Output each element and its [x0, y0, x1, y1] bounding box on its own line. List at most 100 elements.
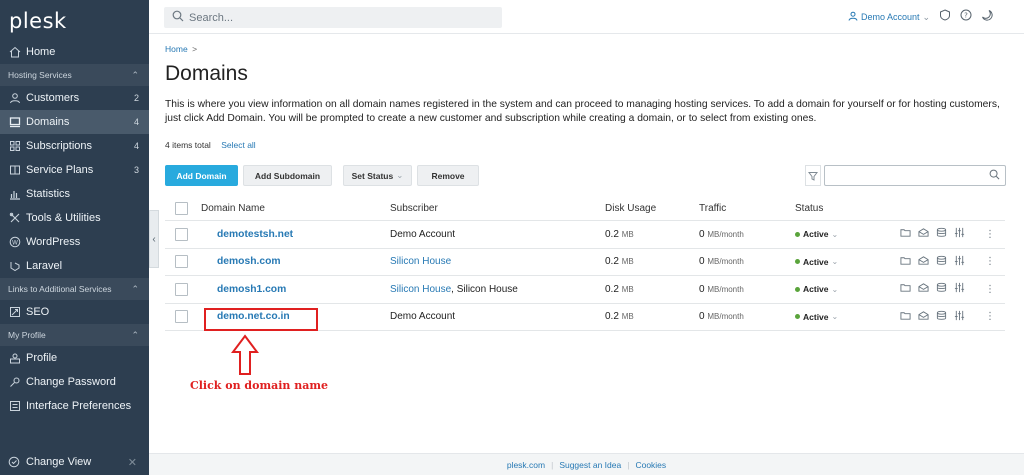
- chevron-left-icon: ‹: [152, 233, 156, 245]
- sidebar-item-customers[interactable]: Customers 2: [0, 86, 149, 110]
- search-icon: [172, 10, 184, 25]
- folder-icon[interactable]: [900, 310, 911, 324]
- table-header: Domain Name Subscriber Disk Usage Traffi…: [165, 197, 1005, 221]
- sidebar-collapse-handle[interactable]: ‹: [149, 210, 159, 268]
- mail-icon[interactable]: [918, 282, 929, 296]
- list-toolbar: Add Domain Add Subdomain Set Status ⌄ Re…: [165, 165, 1010, 186]
- domain-link[interactable]: demosh.com: [217, 256, 281, 267]
- domain-link[interactable]: demotestsh.net: [217, 229, 293, 240]
- close-icon[interactable]: ✕: [128, 456, 137, 469]
- remove-button[interactable]: Remove: [417, 165, 479, 186]
- footer-link-cookies[interactable]: Cookies: [635, 460, 666, 470]
- plesk-logo[interactable]: plesk: [0, 0, 149, 40]
- database-icon[interactable]: [936, 227, 947, 241]
- section-additional-services[interactable]: Links to Additional Services ⌃: [0, 278, 149, 300]
- row-checkbox[interactable]: [175, 310, 188, 324]
- list-search-field[interactable]: [824, 165, 1006, 186]
- section-hosting-services[interactable]: Hosting Services ⌃: [0, 64, 149, 86]
- row-checkbox[interactable]: [175, 282, 188, 296]
- sidebar-item-domains[interactable]: Domains 4: [0, 110, 149, 134]
- sidebar-item-profile[interactable]: Profile: [0, 346, 149, 370]
- page-title: Domains: [165, 62, 248, 85]
- database-icon[interactable]: [936, 310, 947, 324]
- sidebar-item-tools-utilities[interactable]: Tools & Utilities: [0, 206, 149, 230]
- chevron-down-icon: ⌄: [922, 11, 931, 22]
- section-my-profile[interactable]: My Profile ⌃: [0, 324, 149, 346]
- search-input[interactable]: [189, 11, 489, 24]
- traffic-value: 0: [699, 228, 705, 240]
- theme-toggle-icon[interactable]: [981, 9, 993, 24]
- table-row: demosh1.com Silicon House, Silicon House…: [165, 276, 1005, 304]
- mail-icon[interactable]: [918, 310, 929, 324]
- status-dropdown[interactable]: Active ⌄: [795, 257, 838, 267]
- set-status-label: Set Status: [351, 170, 394, 181]
- mail-icon[interactable]: [918, 255, 929, 269]
- folder-icon[interactable]: [900, 282, 911, 296]
- traffic: 0 MB/month: [699, 229, 744, 240]
- status-dropdown[interactable]: Active ⌄: [795, 229, 838, 239]
- settings-sliders-icon[interactable]: [954, 255, 965, 269]
- mail-icon[interactable]: [918, 227, 929, 241]
- sidebar-item-change-password[interactable]: Change Password: [0, 370, 149, 394]
- folder-icon[interactable]: [900, 227, 911, 241]
- col-traffic[interactable]: Traffic: [699, 203, 726, 214]
- folder-icon[interactable]: [900, 255, 911, 269]
- settings-sliders-icon[interactable]: [954, 282, 965, 296]
- global-search[interactable]: [164, 7, 502, 28]
- user-icon: [848, 11, 858, 23]
- status-dropdown[interactable]: Active ⌄: [795, 284, 838, 294]
- col-domain-name[interactable]: Domain Name: [201, 203, 265, 214]
- col-disk-usage[interactable]: Disk Usage: [605, 203, 656, 214]
- disk-unit: MB: [621, 257, 634, 267]
- account-menu[interactable]: Demo Account ⌄: [848, 11, 930, 23]
- more-options-icon[interactable]: ⋮: [985, 311, 995, 322]
- add-subdomain-button[interactable]: Add Subdomain: [243, 165, 332, 186]
- wordpress-icon: W: [8, 235, 22, 249]
- breadcrumb: Home >: [165, 44, 197, 54]
- chevron-up-icon: ⌃: [131, 329, 139, 340]
- footer-separator: |: [551, 459, 554, 470]
- status-dropdown[interactable]: Active ⌄: [795, 312, 838, 322]
- sidebar-item-statistics[interactable]: Statistics: [0, 182, 149, 206]
- col-status[interactable]: Status: [795, 203, 823, 214]
- col-subscriber[interactable]: Subscriber: [390, 203, 438, 214]
- subscriber-link[interactable]: Silicon House: [390, 256, 451, 267]
- sidebar-item-subscriptions[interactable]: Subscriptions 4: [0, 134, 149, 158]
- footer-link-suggest-idea[interactable]: Suggest an Idea: [559, 460, 621, 470]
- sidebar-item-seo[interactable]: SEO: [0, 300, 149, 324]
- subscriber-link[interactable]: Silicon House: [390, 284, 451, 295]
- row-checkbox[interactable]: [175, 255, 188, 269]
- row-actions: [900, 227, 965, 241]
- more-options-icon[interactable]: ⋮: [985, 229, 995, 240]
- page-description: This is where you view information on al…: [165, 99, 1000, 124]
- filter-icon[interactable]: [805, 165, 821, 186]
- help-icon[interactable]: ?: [960, 9, 972, 24]
- annotation-text: Click on domain name: [190, 379, 328, 392]
- disk-usage: 0.2 MB: [605, 284, 634, 295]
- sidebar-item-wordpress[interactable]: W WordPress: [0, 230, 149, 254]
- sidebar-item-interface-preferences[interactable]: Interface Preferences: [0, 394, 149, 418]
- settings-sliders-icon[interactable]: [954, 227, 965, 241]
- breadcrumb-home[interactable]: Home: [165, 44, 188, 54]
- settings-sliders-icon[interactable]: [954, 310, 965, 324]
- sidebar-item-home[interactable]: Home: [0, 40, 149, 64]
- database-icon[interactable]: [936, 282, 947, 296]
- traffic-value: 0: [699, 256, 705, 268]
- select-all-checkbox[interactable]: [175, 202, 188, 215]
- footer-link-plesk[interactable]: plesk.com: [507, 460, 545, 470]
- database-icon[interactable]: [936, 255, 947, 269]
- change-view-button[interactable]: Change View ✕: [0, 449, 149, 475]
- notifications-icon[interactable]: [939, 9, 951, 24]
- row-checkbox[interactable]: [175, 227, 188, 241]
- row-actions: [900, 310, 965, 324]
- domain-link[interactable]: demosh1.com: [217, 284, 286, 295]
- sidebar-item-service-plans[interactable]: Service Plans 3: [0, 158, 149, 182]
- sidebar-item-laravel[interactable]: Laravel: [0, 254, 149, 278]
- add-domain-button[interactable]: Add Domain: [165, 165, 238, 186]
- status-label: Active: [803, 311, 829, 322]
- sidebar-item-label: Statistics: [26, 188, 71, 200]
- select-all-link[interactable]: Select all: [221, 140, 256, 150]
- more-options-icon[interactable]: ⋮: [985, 256, 995, 267]
- more-options-icon[interactable]: ⋮: [985, 284, 995, 295]
- set-status-button[interactable]: Set Status ⌄: [343, 165, 412, 186]
